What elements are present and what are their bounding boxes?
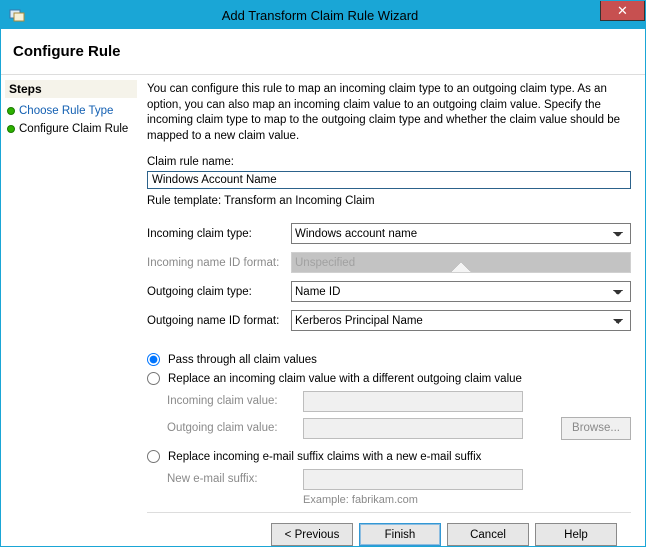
body: Steps Choose Rule Type Configure Claim R… <box>1 76 645 546</box>
incoming-claim-type-label: Incoming claim type: <box>147 228 287 240</box>
new-email-suffix-input <box>303 469 523 490</box>
outgoing-claim-value-input <box>303 418 523 439</box>
close-icon: ✕ <box>617 3 628 19</box>
help-button[interactable]: Help <box>535 523 617 546</box>
claim-rule-name-label: Claim rule name: <box>147 156 631 168</box>
steps-sidebar: Steps Choose Rule Type Configure Claim R… <box>1 76 141 546</box>
window-title: Add Transform Claim Rule Wizard <box>25 8 645 23</box>
radio-label: Replace an incoming claim value with a d… <box>168 373 522 385</box>
wizard-window: Add Transform Claim Rule Wizard ✕ Config… <box>0 0 646 547</box>
close-button[interactable]: ✕ <box>600 1 645 21</box>
step-configure-claim-rule[interactable]: Configure Claim Rule <box>5 120 137 138</box>
incoming-claim-value-label: Incoming claim value: <box>167 395 297 407</box>
wizard-footer: < Previous Finish Cancel Help <box>147 513 631 546</box>
radio-replace-suffix[interactable] <box>147 450 160 463</box>
previous-button[interactable]: < Previous <box>271 523 353 546</box>
incoming-claim-value-row: Incoming claim value: <box>167 389 631 413</box>
steps-heading: Steps <box>5 80 137 98</box>
new-email-suffix-label: New e-mail suffix: <box>167 473 297 485</box>
outgoing-claim-value-label: Outgoing claim value: <box>167 422 297 434</box>
page-title: Configure Rule <box>13 43 633 60</box>
finish-button[interactable]: Finish <box>359 523 441 546</box>
incoming-name-id-format-row: Incoming name ID format: Unspecified <box>147 252 631 273</box>
radio-pass-through[interactable] <box>147 353 160 366</box>
browse-button: Browse... <box>561 417 631 440</box>
step-bullet-icon <box>7 125 15 133</box>
rule-template-label: Rule template: Transform an Incoming Cla… <box>147 195 631 207</box>
incoming-claim-value-input <box>303 391 523 412</box>
radio-label: Replace incoming e-mail suffix claims wi… <box>168 451 481 463</box>
email-suffix-example: Example: fabrikam.com <box>303 494 631 506</box>
outgoing-claim-type-select[interactable]: Name ID <box>291 281 631 302</box>
option-pass-through[interactable]: Pass through all claim values <box>147 353 631 366</box>
outgoing-name-id-format-row: Outgoing name ID format: Kerberos Princi… <box>147 310 631 331</box>
outgoing-name-id-format-label: Outgoing name ID format: <box>147 315 287 327</box>
option-replace-suffix[interactable]: Replace incoming e-mail suffix claims wi… <box>147 450 631 463</box>
step-choose-rule-type[interactable]: Choose Rule Type <box>5 102 137 120</box>
incoming-name-id-format-select: Unspecified <box>291 252 631 273</box>
outgoing-name-id-format-select[interactable]: Kerberos Principal Name <box>291 310 631 331</box>
outgoing-claim-type-row: Outgoing claim type: Name ID <box>147 281 631 302</box>
outgoing-claim-type-label: Outgoing claim type: <box>147 286 287 298</box>
titlebar: Add Transform Claim Rule Wizard ✕ <box>1 1 645 29</box>
radio-label: Pass through all claim values <box>168 354 317 366</box>
intro-text: You can configure this rule to map an in… <box>147 82 631 144</box>
app-icon <box>9 7 25 23</box>
main-panel: You can configure this rule to map an in… <box>141 76 645 546</box>
page-header: Configure Rule <box>1 29 645 75</box>
step-label: Configure Claim Rule <box>19 123 128 135</box>
cancel-button[interactable]: Cancel <box>447 523 529 546</box>
incoming-claim-type-select[interactable]: Windows account name <box>291 223 631 244</box>
new-email-suffix-row: New e-mail suffix: <box>167 467 631 491</box>
radio-replace-value[interactable] <box>147 372 160 385</box>
incoming-name-id-format-label: Incoming name ID format: <box>147 257 287 269</box>
claim-value-options: Pass through all claim values Replace an… <box>147 347 631 506</box>
step-bullet-icon <box>7 107 15 115</box>
claim-rule-name-input[interactable] <box>147 171 631 189</box>
incoming-claim-type-row: Incoming claim type: Windows account nam… <box>147 223 631 244</box>
step-label: Choose Rule Type <box>19 105 113 117</box>
outgoing-claim-value-row: Outgoing claim value: Browse... <box>167 416 631 440</box>
option-replace-value[interactable]: Replace an incoming claim value with a d… <box>147 372 631 385</box>
